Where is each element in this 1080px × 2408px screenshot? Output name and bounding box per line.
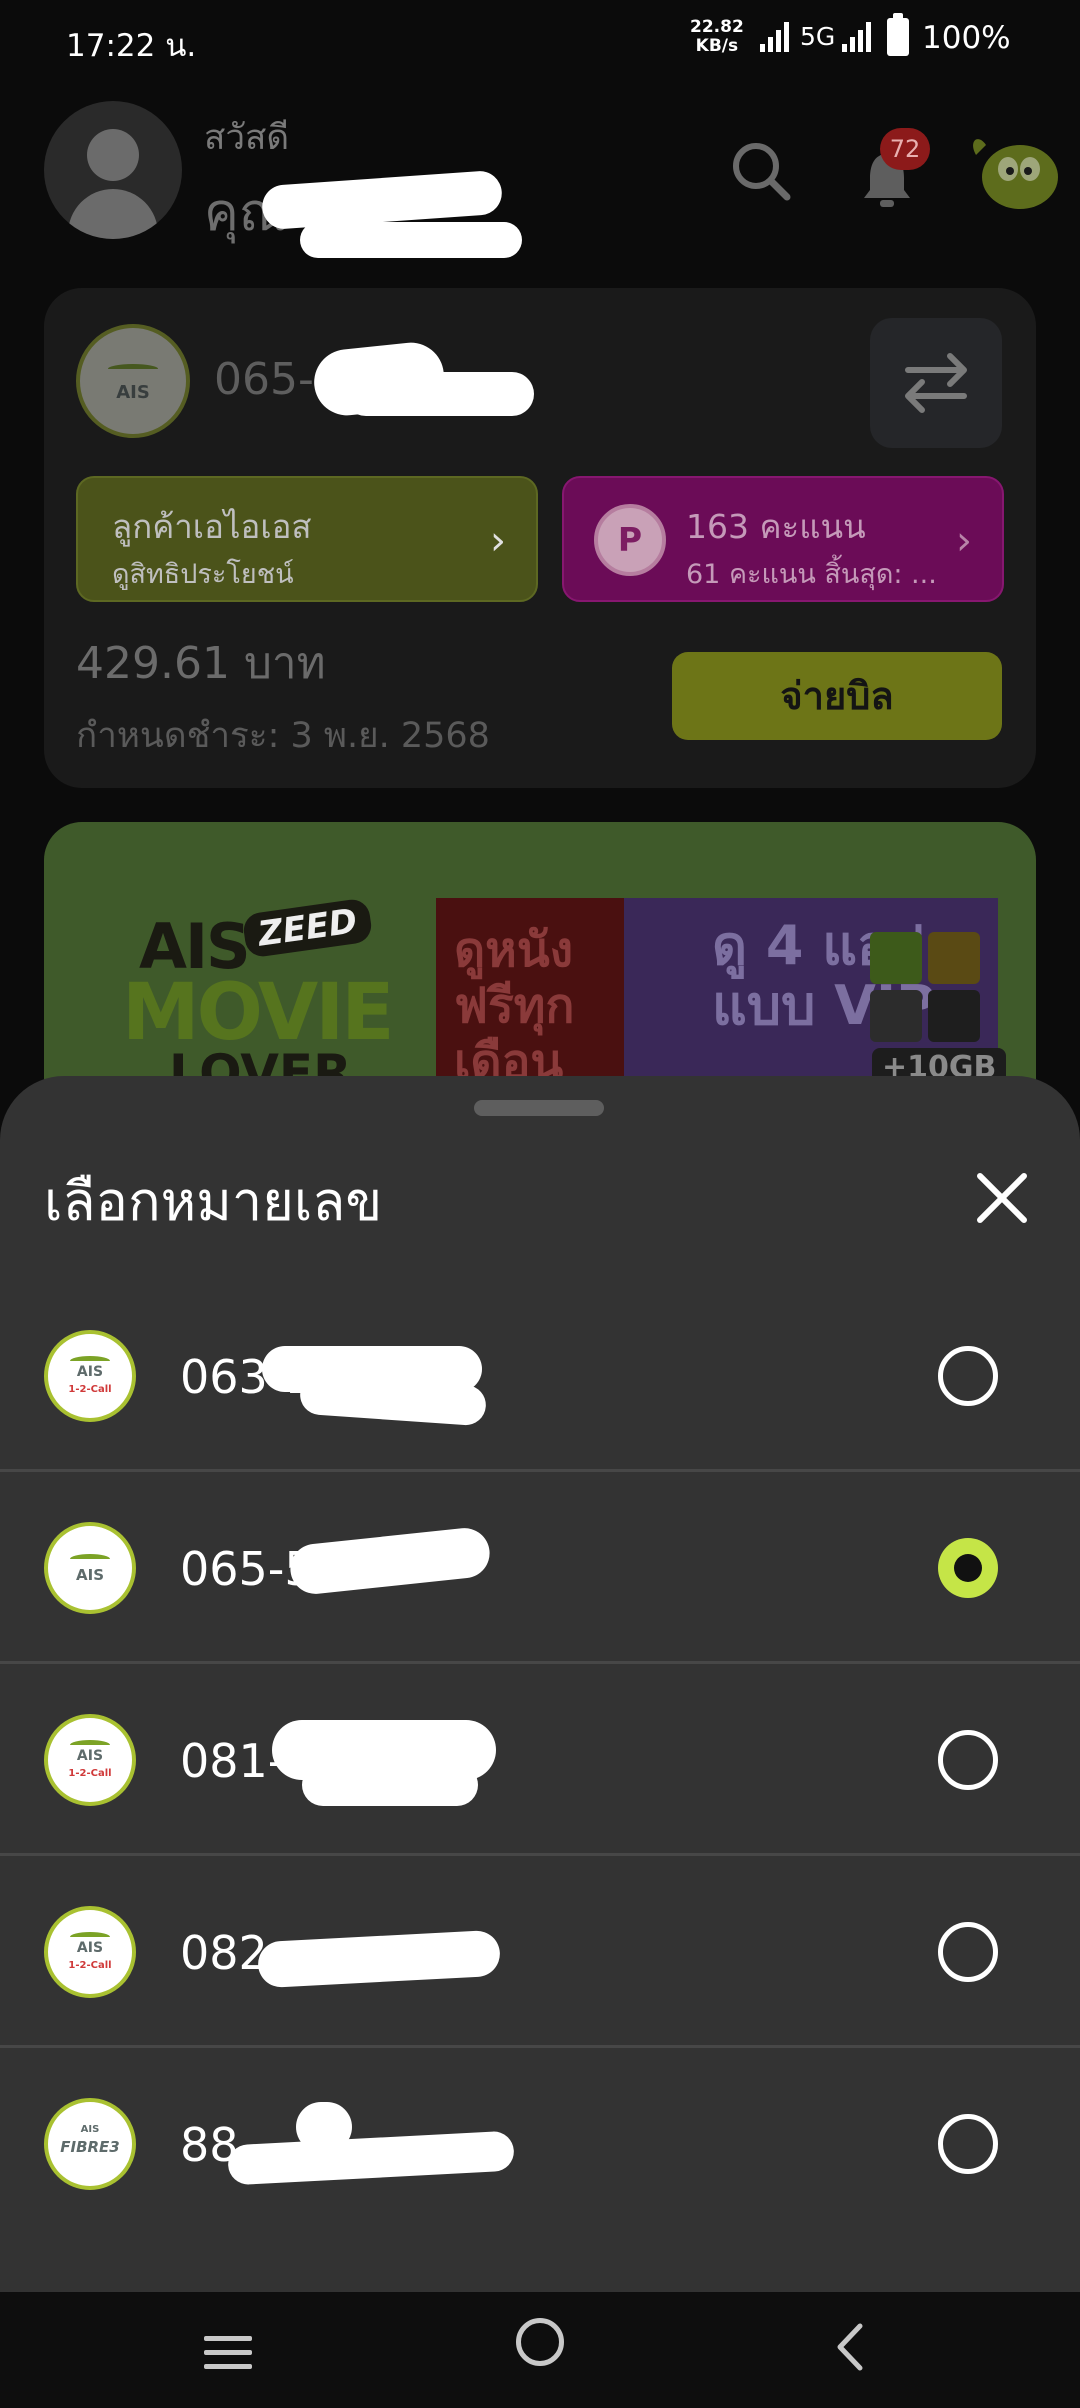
number-row[interactable]: AIS 1-2-Call 082 [0,1856,1080,2048]
banner-promo-left: ดูหนังฟรีทุกเดือน [454,922,575,1090]
logo-text: AIS [76,1748,104,1764]
recent-apps-icon[interactable] [202,2330,254,2376]
swap-icon [905,353,967,413]
number-row[interactable]: AIS 065-5 [0,1472,1080,1664]
greeting-text: สวัสดี [204,118,290,158]
notification-badge: 72 [880,128,930,170]
account-card: AIS 065- ลูกค้าเอไอเอส ดูสิทธิประโยชน์ ›… [44,288,1036,788]
mascot-icon[interactable] [964,125,1064,215]
points-subtitle: 61 คะแนน สิ้นสุด: ... [686,559,937,590]
sheet-title: เลือกหมายเลข [44,1170,383,1233]
status-bar: 17:22 น. 22.82 KB/s 5G 100% [0,0,1080,80]
ais-12call-logo: AIS 1-2-Call [44,1714,136,1806]
radio-button[interactable] [938,1730,998,1790]
ais-fibre-logo: AIS FIBRE3 [44,2098,136,2190]
back-icon[interactable] [832,2322,868,2372]
logo-text: AIS [76,1940,104,1956]
customer-title: ลูกค้าเอไอเอส [112,507,312,546]
select-number-sheet: เลือกหมายเลข AIS 1-2-Call 063-14 AIS 065… [0,1076,1080,2292]
battery-icon [887,13,909,56]
number-row[interactable]: AIS 1-2-Call 081- [0,1664,1080,1856]
logo-sub: AIS [80,2124,100,2135]
chevron-right-icon: › [956,518,972,564]
iqiyi-icon [870,932,922,984]
radio-button-selected[interactable] [938,1538,998,1598]
swap-number-button[interactable] [870,318,1002,448]
chevron-right-icon: › [490,518,506,564]
number-row[interactable]: AIS 1-2-Call 063-14 [0,1280,1080,1472]
redacted-name [300,222,522,258]
network-type: 5G [800,22,836,51]
redacted-number [302,1764,478,1806]
avatar-body [68,189,158,239]
ais-12call-logo: AIS 1-2-Call [44,1330,136,1422]
bill-amount: 429.61 บาท [76,638,326,689]
redacted-number [256,1929,502,1989]
points-icon: P [594,504,666,576]
app-icon [928,932,980,984]
app-icon [928,990,980,1042]
sheet-handle[interactable] [474,1100,604,1116]
system-nav-bar [0,2292,1080,2408]
radio-button[interactable] [938,1346,998,1406]
radio-button[interactable] [938,2114,998,2174]
ais-logo: AIS [76,324,190,438]
avatar[interactable] [44,101,182,239]
logo-text: AIS [76,1566,104,1584]
redacted-number [296,2102,352,2152]
signal-icon [760,22,789,52]
app-screen: 17:22 น. 22.82 KB/s 5G 100% สวัสดี คุณ 7… [0,0,1080,2408]
points-title: 163 คะแนน [686,507,866,546]
play-icon [870,990,922,1042]
logo-text: AIS [76,1364,104,1380]
number-row[interactable]: AIS FIBRE3 88 [0,2048,1080,2240]
close-icon[interactable] [970,1166,1034,1230]
logo-sub: 1-2-Call [68,1384,112,1395]
pay-bill-button[interactable]: จ่ายบิล [672,652,1002,740]
phone-number: 082 [180,1926,268,1980]
phone-number: 081- [180,1734,285,1788]
logo-swoosh [107,364,159,374]
battery-percent: 100% [922,20,1011,56]
app-icons [870,932,982,1042]
search-icon[interactable] [730,140,792,202]
clock: 17:22 น. [66,28,197,64]
logo-sub: 1-2-Call [68,1960,112,1971]
redacted-number [287,1525,493,1597]
logo-swoosh [69,1554,111,1564]
points-button[interactable]: P 163 คะแนน 61 คะแนน สิ้นสุด: ... › [562,476,1004,602]
current-phone-number: 065- [214,354,314,405]
radio-button[interactable] [938,1922,998,1982]
redacted-number [227,2130,515,2186]
signal-icon [842,22,871,52]
customer-subtitle: ดูสิทธิประโยชน์ [112,559,294,590]
ais-12call-logo: AIS 1-2-Call [44,1906,136,1998]
banner-brand-zeed: ZEED [241,897,374,959]
logo-sub: 1-2-Call [68,1768,112,1779]
logo-text: AIS [116,382,150,403]
ais-logo: AIS [44,1522,136,1614]
avatar-head [87,129,139,181]
network-speed: 22.82 KB/s [690,17,744,56]
customer-benefits-button[interactable]: ลูกค้าเอไอเอส ดูสิทธิประโยชน์ › [76,476,538,602]
redacted-number [344,372,534,416]
home-icon[interactable] [516,2318,564,2366]
logo-text: FIBRE3 [60,2138,120,2156]
due-date: กำหนดชำระ: 3 พ.ย. 2568 [76,716,490,756]
